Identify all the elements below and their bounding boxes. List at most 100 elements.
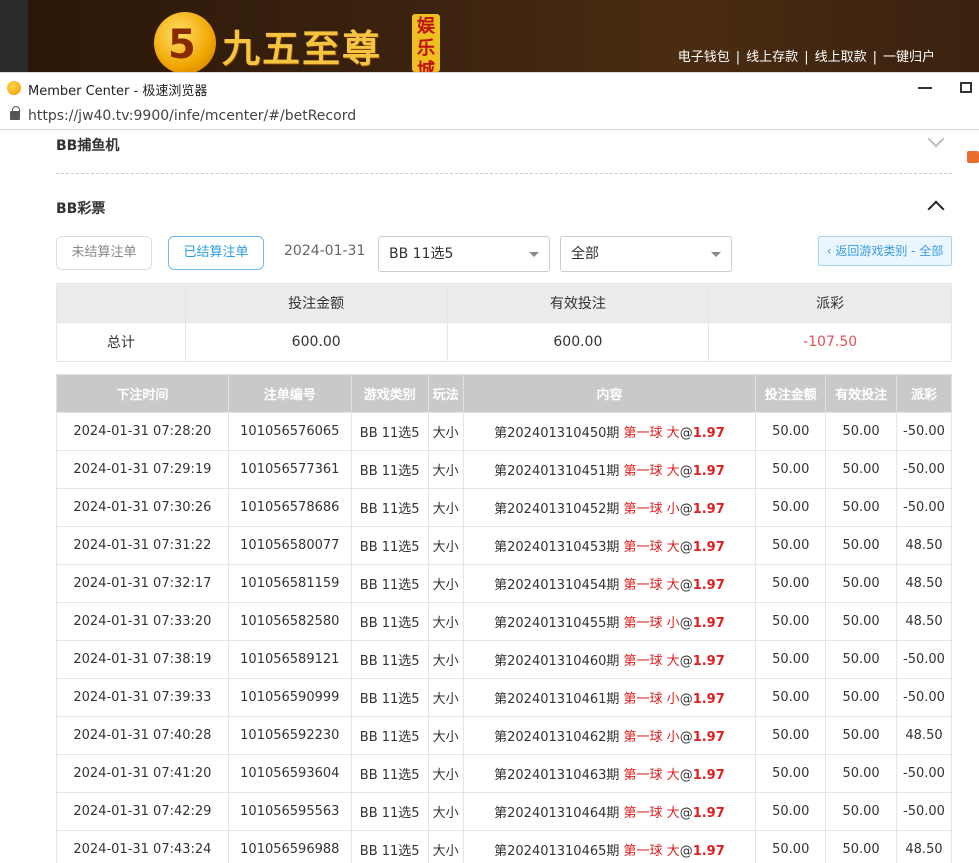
cell-payout: 48.50 bbox=[896, 526, 952, 565]
link-withdraw[interactable]: 线上取款 bbox=[815, 50, 867, 65]
cell-payout: -50.00 bbox=[896, 792, 952, 831]
cell-id: 101056578686 bbox=[227, 488, 352, 527]
records-header-row: 下注时间 注单编号 游戏类别 玩法 内容 投注金额 有效投注 派彩 bbox=[56, 374, 952, 413]
chevron-down-icon[interactable] bbox=[927, 131, 945, 148]
date-filter[interactable]: 2024-01-31 bbox=[284, 243, 365, 259]
cell-content: 第202401310464期 第一球 大@1.97 bbox=[462, 792, 757, 831]
cell-play: 大小 bbox=[427, 716, 464, 755]
cell-bet: 50.00 bbox=[755, 564, 827, 603]
summary-bet-amount: 600.00 bbox=[184, 322, 448, 362]
cell-game: BB 11选5 bbox=[350, 412, 429, 451]
content-period: 第202401310454期 bbox=[494, 578, 620, 593]
table-row: 2024-01-31 07:41:20 101056593604 BB 11选5 大小… bbox=[56, 754, 952, 793]
address-bar[interactable]: https://jw40.tv:9900/infe/mcenter/#/betR… bbox=[0, 102, 979, 130]
minimize-icon[interactable] bbox=[918, 87, 932, 89]
cell-bet: 50.00 bbox=[755, 450, 827, 489]
cell-valid: 50.00 bbox=[825, 716, 897, 755]
content-odds: 1.97 bbox=[692, 806, 725, 821]
cell-content: 第202401310463期 第一球 大@1.97 bbox=[462, 754, 757, 793]
content-pick: 第一球 小 bbox=[623, 616, 680, 631]
table-row: 2024-01-31 07:28:20 101056576065 BB 11选5 大小… bbox=[56, 412, 952, 451]
browser-icon bbox=[7, 81, 21, 95]
unsettled-button[interactable]: 未结算注单 bbox=[56, 236, 152, 270]
cell-time: 2024-01-31 07:31:22 bbox=[56, 526, 229, 565]
content-at-sign: @ bbox=[679, 426, 693, 441]
sep: | bbox=[872, 50, 877, 65]
cell-valid: 50.00 bbox=[825, 488, 897, 527]
cell-bet: 50.00 bbox=[755, 488, 827, 527]
content-pick: 第一球 小 bbox=[623, 692, 680, 707]
content-odds: 1.97 bbox=[692, 844, 725, 859]
header-bet: 投注金额 bbox=[755, 374, 827, 413]
summary-header-blank bbox=[56, 283, 186, 323]
cell-id: 101056582580 bbox=[227, 602, 352, 641]
content-at-sign: @ bbox=[679, 692, 693, 707]
cell-bet: 50.00 bbox=[755, 602, 827, 641]
table-row: 2024-01-31 07:33:20 101056582580 BB 11选5 大小… bbox=[56, 602, 952, 641]
cell-play: 大小 bbox=[427, 602, 464, 641]
link-deposit[interactable]: 线上存款 bbox=[746, 50, 798, 65]
cell-id: 101056596988 bbox=[227, 830, 352, 863]
header-time: 下注时间 bbox=[56, 374, 229, 413]
bet-records-table: 下注时间 注单编号 游戏类别 玩法 内容 投注金额 有效投注 派彩 2024-0… bbox=[56, 374, 952, 863]
content-pick: 第一球 大 bbox=[623, 540, 680, 555]
content-at-sign: @ bbox=[679, 844, 693, 859]
cell-payout: -50.00 bbox=[896, 488, 952, 527]
back-to-category-button[interactable]: ‹ 返回游戏类别 - 全部 bbox=[818, 236, 952, 266]
section-title-fishing[interactable]: BB捕鱼机 bbox=[56, 135, 119, 155]
cell-content: 第202401310452期 第一球 小@1.97 bbox=[462, 488, 757, 527]
caret-down-icon bbox=[711, 252, 721, 257]
cell-id: 101056589121 bbox=[227, 640, 352, 679]
game-select[interactable]: BB 11选5 bbox=[378, 236, 550, 272]
content-at-sign: @ bbox=[679, 540, 693, 555]
cell-payout: -50.00 bbox=[896, 450, 952, 489]
chevron-up-icon[interactable] bbox=[927, 200, 945, 218]
summary-header-row: 投注金额 有效投注 派彩 bbox=[56, 283, 952, 323]
summary-total-row: 总计 600.00 600.00 -107.50 bbox=[56, 322, 952, 362]
side-tag-icon[interactable] bbox=[967, 151, 979, 163]
cell-id: 101056581159 bbox=[227, 564, 352, 603]
content-at-sign: @ bbox=[679, 502, 693, 517]
page-edge bbox=[0, 0, 28, 72]
lock-icon bbox=[10, 106, 20, 120]
cell-content: 第202401310454期 第一球 大@1.97 bbox=[462, 564, 757, 603]
content-pick: 第一球 大 bbox=[623, 768, 680, 783]
cell-time: 2024-01-31 07:43:24 bbox=[56, 830, 229, 863]
link-wallet[interactable]: 电子钱包 bbox=[678, 50, 730, 65]
content-period: 第202401310462期 bbox=[494, 730, 620, 745]
content-odds: 1.97 bbox=[692, 768, 725, 783]
url-text[interactable]: https://jw40.tv:9900/infe/mcenter/#/betR… bbox=[28, 108, 356, 124]
link-consolidate[interactable]: 一键归户 bbox=[883, 50, 935, 65]
type-select-value: 全部 bbox=[571, 246, 599, 262]
content-pick: 第一球 大 bbox=[623, 844, 680, 859]
cell-time: 2024-01-31 07:38:19 bbox=[56, 640, 229, 679]
content-period: 第202401310452期 bbox=[494, 502, 620, 517]
summary-valid-bet: 600.00 bbox=[446, 322, 710, 362]
cell-time: 2024-01-31 07:39:33 bbox=[56, 678, 229, 717]
cell-time: 2024-01-31 07:28:20 bbox=[56, 412, 229, 451]
bet-record-content: BB捕鱼机 BB彩票 未结算注单 已结算注单 2024-01-31 BB 11选… bbox=[0, 131, 979, 863]
cell-play: 大小 bbox=[427, 830, 464, 863]
cell-valid: 50.00 bbox=[825, 640, 897, 679]
game-select-value: BB 11选5 bbox=[389, 246, 454, 262]
type-select[interactable]: 全部 bbox=[560, 236, 732, 272]
cell-content: 第202401310462期 第一球 小@1.97 bbox=[462, 716, 757, 755]
logo-text: 九五至尊 bbox=[222, 27, 383, 71]
cell-id: 101056593604 bbox=[227, 754, 352, 793]
maximize-icon[interactable] bbox=[960, 82, 972, 93]
cell-time: 2024-01-31 07:32:17 bbox=[56, 564, 229, 603]
table-row: 2024-01-31 07:42:29 101056595563 BB 11选5 大小… bbox=[56, 792, 952, 831]
summary-table: 投注金额 有效投注 派彩 总计 600.00 600.00 -107.50 bbox=[56, 283, 952, 362]
content-at-sign: @ bbox=[679, 768, 693, 783]
content-period: 第202401310451期 bbox=[494, 464, 620, 479]
settled-button[interactable]: 已结算注单 bbox=[168, 236, 264, 270]
cell-payout: 48.50 bbox=[896, 602, 952, 641]
content-at-sign: @ bbox=[679, 578, 693, 593]
cell-payout: 48.50 bbox=[896, 716, 952, 755]
section-title-lottery[interactable]: BB彩票 bbox=[56, 198, 105, 218]
cell-valid: 50.00 bbox=[825, 564, 897, 603]
cell-content: 第202401310451期 第一球 大@1.97 bbox=[462, 450, 757, 489]
content-period: 第202401310463期 bbox=[494, 768, 620, 783]
content-odds: 1.97 bbox=[692, 692, 725, 707]
header-game: 游戏类别 bbox=[350, 374, 429, 413]
